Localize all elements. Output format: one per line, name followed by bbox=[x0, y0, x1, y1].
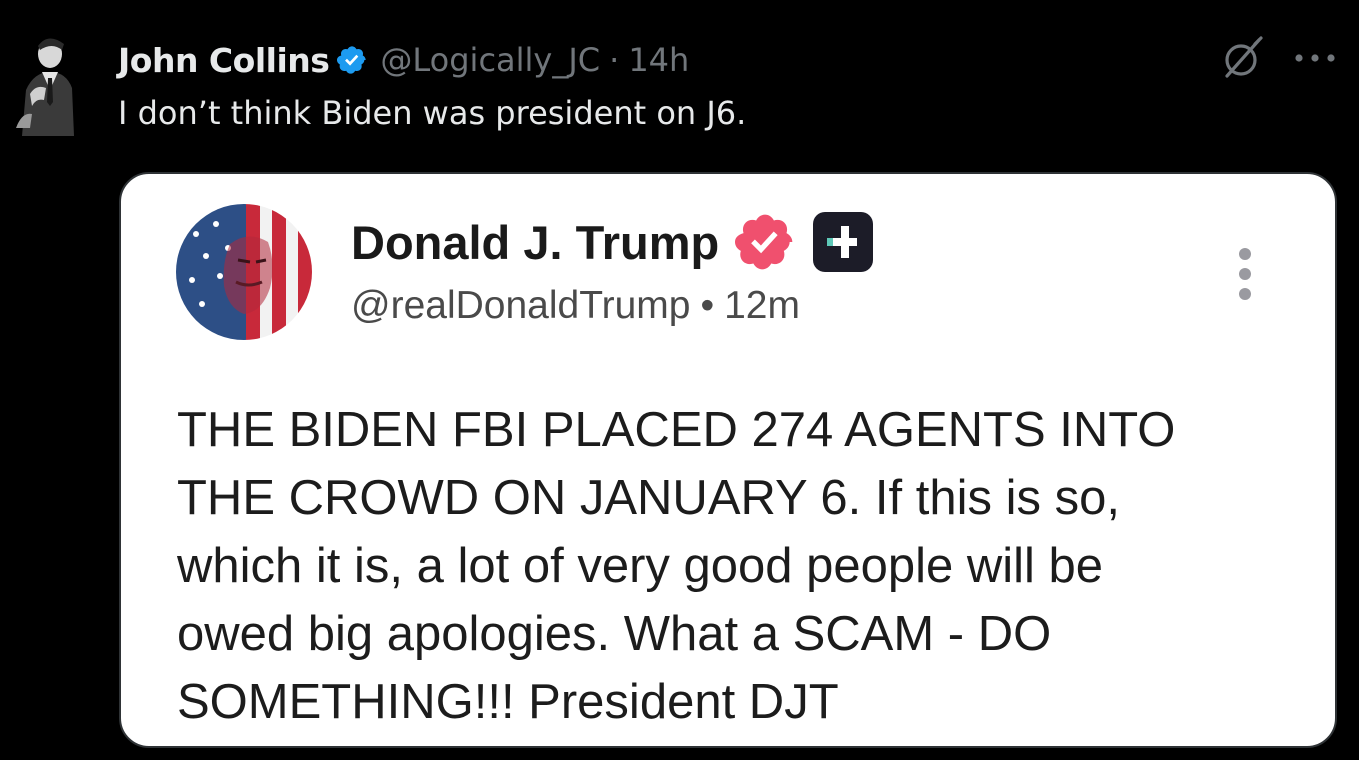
author-avatar[interactable] bbox=[12, 28, 76, 136]
embedded-text-line: SOMETHING!!! President DJT bbox=[177, 675, 839, 729]
author-handle[interactable]: @Logically_JC bbox=[380, 41, 600, 79]
author-avatar-image bbox=[12, 28, 76, 136]
embedded-post-text: THE BIDEN FBI PLACED 274 AGENTS INTO THE… bbox=[177, 396, 1287, 736]
tweet-text: I don’t think Biden was president on J6. bbox=[118, 94, 747, 132]
truth-social-app-icon bbox=[811, 210, 875, 274]
tweet-header: John Collins @Logically_JC · 14h bbox=[118, 32, 689, 88]
embedded-text-line: which it is, a lot of very good people w… bbox=[177, 539, 1104, 593]
grok-slash-icon[interactable] bbox=[1219, 34, 1267, 82]
embedded-handle-row: @realDonaldTrump • 12m bbox=[351, 284, 800, 328]
embedded-text-line: owed big apologies. What a SCAM - DO bbox=[177, 607, 1052, 661]
embedded-author-row: Donald J. Trump bbox=[351, 210, 875, 274]
embedded-author-avatar[interactable] bbox=[176, 204, 312, 340]
embedded-author-name[interactable]: Donald J. Trump bbox=[351, 215, 719, 270]
handle-time-separator: · bbox=[609, 41, 620, 79]
tweet-timestamp[interactable]: 14h bbox=[628, 41, 689, 79]
more-options-icon[interactable] bbox=[1293, 48, 1337, 68]
flag-portrait-image bbox=[176, 204, 312, 340]
embedded-author-handle[interactable]: @realDonaldTrump bbox=[351, 284, 690, 327]
tweet-actions bbox=[1219, 34, 1337, 82]
embedded-post-card[interactable]: Donald J. Trump @realDonaldTrump•12m T bbox=[119, 172, 1337, 748]
verified-badge-icon[interactable] bbox=[336, 44, 368, 76]
truth-verified-badge-icon bbox=[733, 210, 797, 274]
author-name[interactable]: John Collins bbox=[118, 41, 330, 80]
embedded-more-icon bbox=[1231, 246, 1259, 302]
embedded-text-line: THE BIDEN FBI PLACED 274 AGENTS INTO bbox=[177, 403, 1176, 457]
embedded-timestamp: 12m bbox=[724, 284, 800, 327]
embedded-text-line: THE CROWD ON JANUARY 6. If this is so, bbox=[177, 471, 1120, 525]
embedded-separator: • bbox=[700, 284, 715, 327]
